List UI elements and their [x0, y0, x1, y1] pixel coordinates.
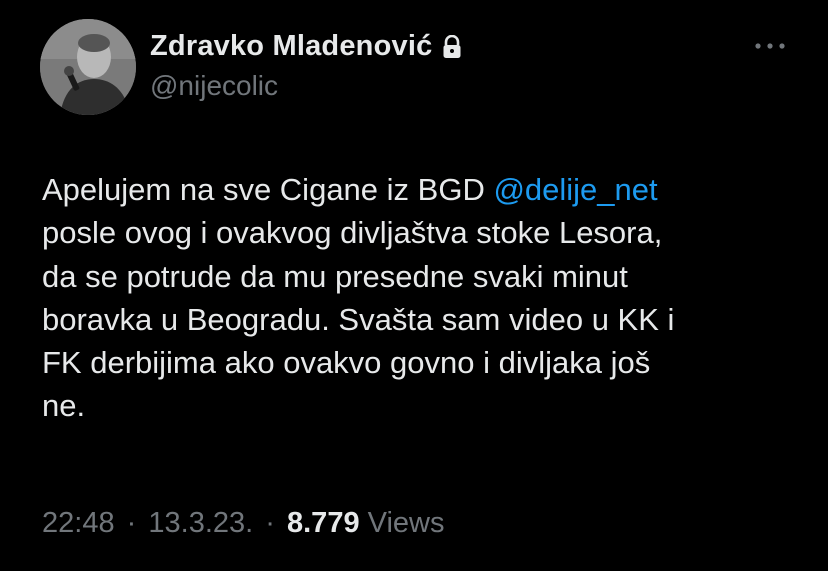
tweet-date[interactable]: 13.3.23.: [148, 507, 253, 539]
tweet-text-part-2: posle ovog i ovakvog divljaštva stoke Le…: [42, 215, 675, 424]
user-info: Zdravko Mladenović @nijecolic: [150, 26, 462, 102]
display-name[interactable]: Zdravko Mladenović: [150, 30, 432, 63]
more-options-button[interactable]: [748, 34, 792, 58]
handle[interactable]: @nijecolic: [150, 70, 462, 102]
tweet: Zdravko Mladenović @nijecolic Apelujem n…: [0, 0, 828, 571]
name-row: Zdravko Mladenović: [150, 26, 462, 66]
profile-photo: [40, 19, 136, 115]
views-count: 8.779: [287, 507, 360, 539]
avatar[interactable]: [40, 19, 136, 115]
mention-link[interactable]: @delije_net: [493, 172, 657, 207]
tweet-time[interactable]: 22:48: [42, 507, 115, 539]
meta-separator: ·: [126, 507, 137, 539]
more-horizontal-icon: [755, 43, 785, 49]
meta-separator: ·: [265, 507, 275, 539]
lock-icon: [442, 35, 462, 59]
views-label: Views: [367, 507, 445, 539]
tweet-meta: 22:48 · 13.3.23. · 8.779 Views: [42, 507, 444, 540]
tweet-text: Apelujem na sve Cigane iz BGD @delije_ne…: [42, 168, 782, 428]
tweet-text-part-1: Apelujem na sve Cigane iz BGD: [42, 172, 494, 207]
